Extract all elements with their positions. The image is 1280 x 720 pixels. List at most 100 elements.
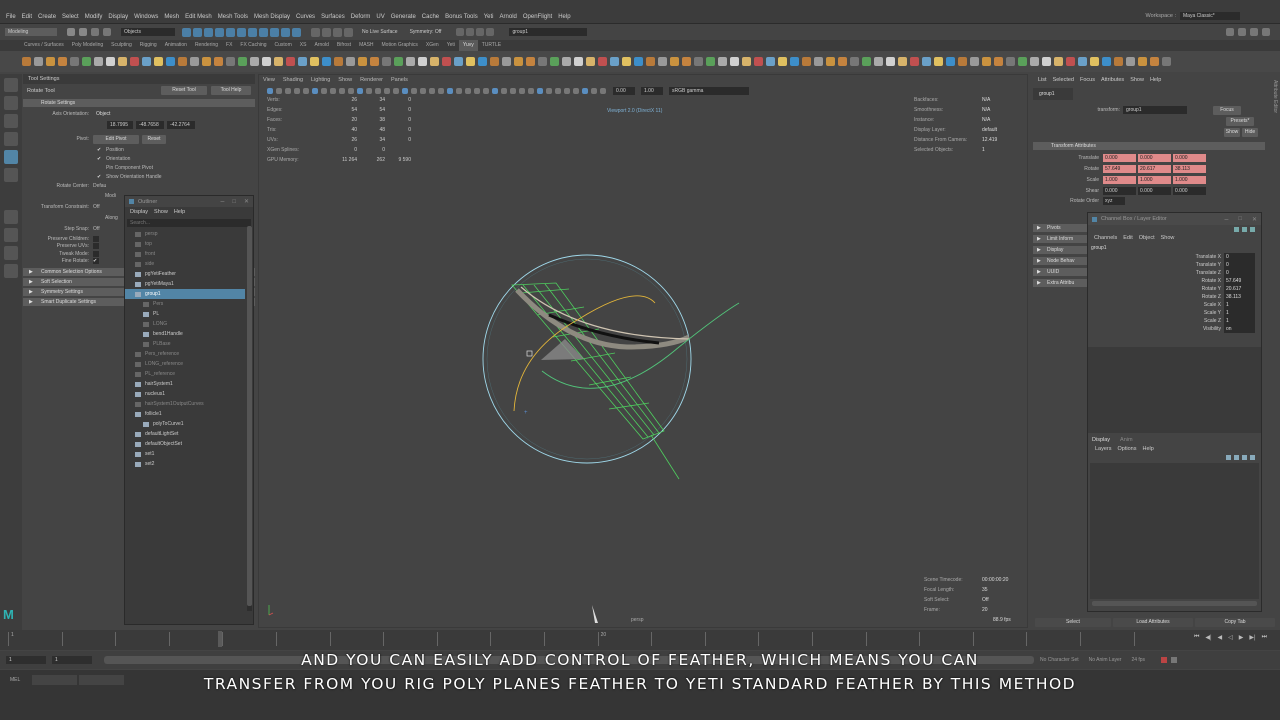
new-layer-icon[interactable] (1226, 455, 1231, 460)
channel-menu-edit[interactable]: Edit (1120, 235, 1135, 241)
deformer-icon[interactable] (259, 27, 268, 37)
channel-value[interactable]: 1 (1224, 309, 1255, 317)
joint-icon[interactable] (226, 27, 235, 37)
shelf-tool-12-icon[interactable] (153, 57, 163, 66)
shelf-tool-64-icon[interactable] (777, 57, 787, 66)
shelf-tab-rendering[interactable]: Rendering (191, 40, 222, 51)
channel-value[interactable]: 57.649 (1224, 277, 1255, 285)
outliner-item-pl-reference[interactable]: PL_reference (125, 369, 245, 379)
attr-field-scale-y[interactable]: 1.000 (1138, 175, 1171, 184)
channel-value[interactable]: 0 (1224, 261, 1255, 269)
shelf-tool-83-icon[interactable] (1005, 57, 1015, 66)
reset-tool-button[interactable]: Reset Tool (161, 86, 207, 95)
layer-tab-display[interactable]: Display (1092, 437, 1110, 443)
expand-arrow-icon[interactable]: ▶ (1037, 257, 1041, 265)
shelf-tab-yuvy[interactable]: Yuvy (458, 40, 478, 51)
outliner-item-polytocurve1[interactable]: polyToCurve1 (125, 419, 245, 429)
snap-point-icon[interactable] (333, 27, 342, 37)
outliner-item-pgyetimaya1[interactable]: pgYetiMaya1 (125, 279, 245, 289)
shelf-tab-arnold[interactable]: Arnold (310, 40, 332, 51)
checkbox-icon[interactable]: ✔ (97, 156, 103, 162)
outliner-menu-show[interactable]: Show (151, 209, 171, 215)
shelf-tool-19-icon[interactable] (237, 57, 247, 66)
outliner-item-pers[interactable]: Pers (125, 299, 245, 309)
shelf-tool-90-icon[interactable] (1089, 57, 1099, 66)
four-view-layout-icon[interactable] (4, 228, 18, 242)
shelf-tool-45-icon[interactable] (549, 57, 559, 66)
shelf-tool-80-icon[interactable] (969, 57, 979, 66)
shelf-tool-25-icon[interactable] (309, 57, 319, 66)
shelf-tab-fx[interactable]: FX (222, 40, 236, 51)
channel-translate-z[interactable]: Translate Z0 (1088, 269, 1255, 277)
shelf-tool-30-icon[interactable] (369, 57, 379, 66)
hypershade-icon[interactable] (486, 28, 495, 36)
shelf-tool-10-icon[interactable] (129, 57, 139, 66)
presets-button[interactable]: Presets* (1226, 117, 1254, 126)
shelf-tool-79-icon[interactable] (957, 57, 967, 66)
channel-rotate-z[interactable]: Rotate Z 38.113 (1088, 293, 1255, 301)
shelf-tab-fx-caching[interactable]: FX Caching (236, 40, 270, 51)
open-icon[interactable] (67, 28, 75, 36)
attr-field-rotate-x[interactable]: 57.649 (1103, 164, 1136, 173)
reset-pivot-button[interactable]: Reset (142, 134, 166, 144)
shelf-tab-rigging[interactable]: Rigging (136, 40, 161, 51)
shelf-tool-93-icon[interactable] (1125, 57, 1135, 66)
outliner-item-group1[interactable]: group1 (125, 289, 245, 299)
expand-arrow-icon[interactable]: ▶ (1037, 268, 1041, 276)
select-tool-icon[interactable] (4, 78, 18, 92)
channel-scale-z[interactable]: Scale Z1 (1088, 317, 1255, 325)
attribute-editor-side-tab[interactable]: Attribute Editor (1272, 80, 1278, 113)
outliner-layout-icon[interactable] (4, 264, 18, 278)
shelf-tool-92-icon[interactable] (1113, 57, 1123, 66)
rotate-axis-y[interactable] (513, 295, 656, 412)
transform-attributes-frame[interactable]: Transform Attributes (1033, 142, 1265, 150)
rotate-settings-frame[interactable]: Rotate Settings (23, 99, 255, 107)
shelf-tool-55-icon[interactable] (669, 57, 679, 66)
shelf-tab-yeti[interactable]: Yeti (443, 40, 459, 51)
shelf-tool-31-icon[interactable] (381, 57, 391, 66)
step-snap-value[interactable]: Off (93, 226, 100, 232)
feather-poly-planes[interactable] (511, 282, 680, 480)
expand-arrow-icon[interactable]: ▶ (29, 268, 33, 276)
attr-field-rotate-y[interactable]: 20.617 (1138, 164, 1171, 173)
channel-scale-y[interactable]: Scale Y1 (1088, 309, 1255, 317)
shelf-tool-44-icon[interactable] (537, 57, 547, 66)
selection-mode-dropdown[interactable]: Objects (121, 28, 175, 36)
shelf-tool-59-icon[interactable] (717, 57, 727, 66)
user-icon[interactable] (1226, 28, 1234, 36)
outliner-item-set2[interactable]: set2 (125, 459, 245, 469)
channel-translate-x[interactable]: Translate X0 (1088, 253, 1255, 261)
pivot-handle[interactable] (526, 350, 533, 357)
maximize-icon[interactable]: □ (232, 199, 236, 205)
shelf-tool-61-icon[interactable] (741, 57, 751, 66)
rotate-order-dropdown[interactable]: xyz (1103, 197, 1125, 205)
shelf-tool-52-icon[interactable] (633, 57, 643, 66)
attr-field-scale-z[interactable]: 1.000 (1173, 175, 1206, 184)
outliner-item-pl[interactable]: PL (125, 309, 245, 319)
shelf-tool-18-icon[interactable] (225, 57, 235, 66)
snap-plane-icon[interactable] (344, 27, 353, 37)
shelf-tool-70-icon[interactable] (849, 57, 859, 66)
attr-field-shear-y[interactable]: 0.000 (1138, 186, 1171, 195)
attr-section-extra-attribu[interactable]: ▶ Extra Attribu (1033, 279, 1087, 287)
step-back-icon[interactable]: ◀ (1218, 634, 1223, 641)
channel-rotate-y[interactable]: Rotate Y 20.617 (1088, 285, 1255, 293)
shelf-tool-53-icon[interactable] (645, 57, 655, 66)
channel-menu-channels[interactable]: Channels (1091, 235, 1120, 241)
curve-icon[interactable] (237, 27, 246, 37)
channel-value[interactable]: 0 (1224, 253, 1255, 261)
shelf-tool-22-icon[interactable] (273, 57, 283, 66)
pivot-check-orientation[interactable]: ✔ Orientation (97, 154, 255, 163)
shelf-tool-46-icon[interactable] (561, 57, 571, 66)
component-icon[interactable] (204, 27, 213, 37)
outliner-search[interactable]: Search... (127, 219, 251, 227)
expand-arrow-icon[interactable]: ▶ (29, 278, 33, 286)
expand-arrow-icon[interactable]: ▶ (1037, 235, 1041, 243)
outliner-scrollbar[interactable] (247, 226, 252, 611)
channel-box-option-icon-c[interactable] (1250, 226, 1255, 232)
shelf-tool-41-icon[interactable] (501, 57, 511, 66)
outliner-item-follicle1[interactable]: follicle1 (125, 409, 245, 419)
shelf-tool-75-icon[interactable] (909, 57, 919, 66)
channel-box-maximize-icon[interactable]: □ (1238, 216, 1242, 222)
outliner-item-hairsystem1outputcurves[interactable]: hairSystem1OutputCurves (125, 399, 245, 409)
